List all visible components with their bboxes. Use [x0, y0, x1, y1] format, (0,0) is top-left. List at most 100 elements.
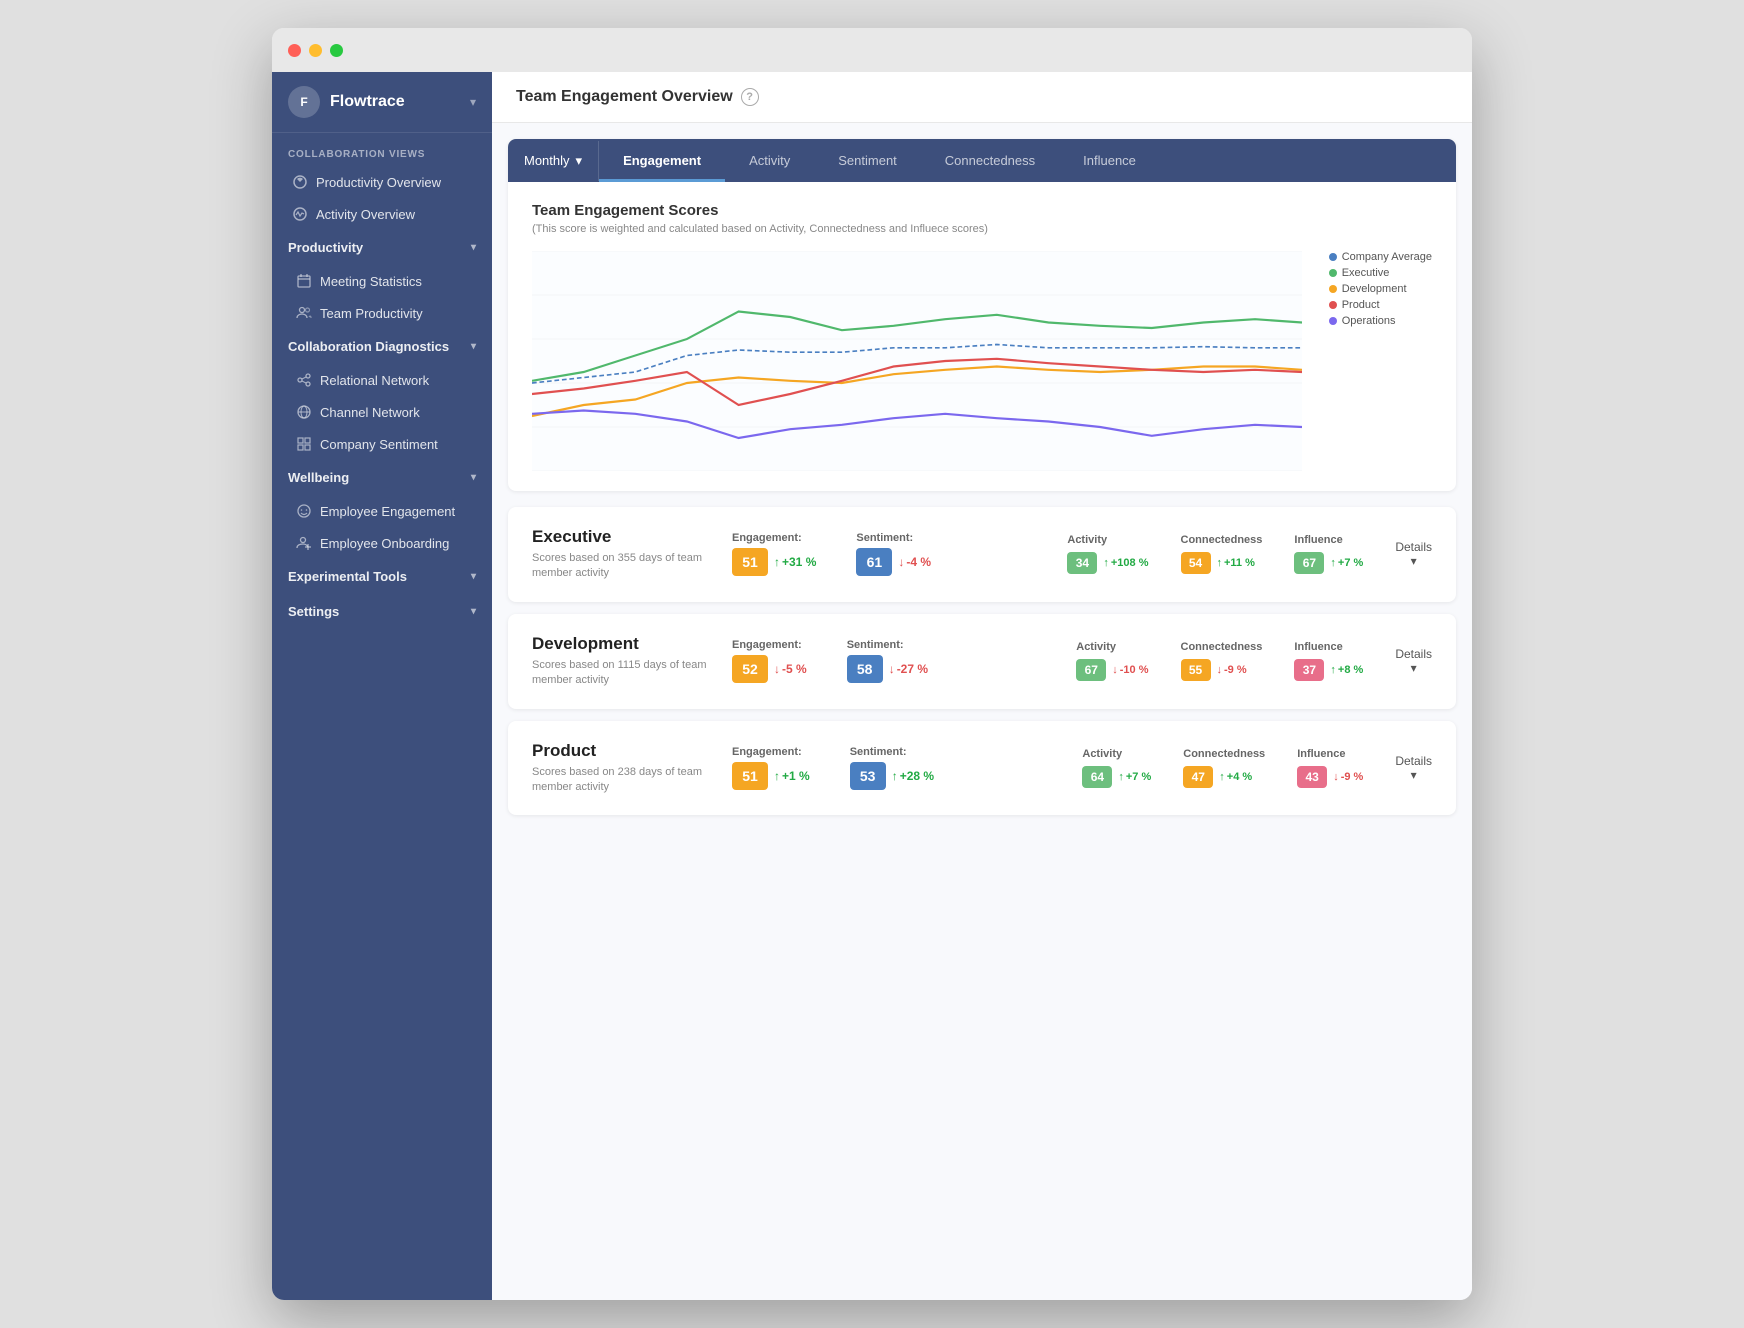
tab-engagement[interactable]: Engagement [599, 139, 725, 182]
sidebar-item-channel-network[interactable]: Channel Network [272, 396, 492, 428]
influence-change: ↑+7 % [1330, 557, 1363, 569]
brand-name: Flowtrace [330, 93, 405, 111]
network-icon [296, 372, 312, 388]
sidebar-item-relational-network[interactable]: Relational Network [272, 364, 492, 396]
legend-item-operations: Operations [1329, 315, 1432, 327]
sidebar-category-settings[interactable]: Settings ▾ [272, 594, 492, 629]
sidebar-category-productivity[interactable]: Productivity ▾ [272, 230, 492, 265]
close-button[interactable] [288, 44, 301, 57]
titlebar [272, 28, 1472, 72]
details-button-executive[interactable]: Details ▾ [1395, 540, 1432, 568]
engagement-change: ↓ -5 % [774, 662, 807, 676]
chevron-down-icon: ▾ [471, 571, 476, 582]
legend-dot [1329, 317, 1337, 325]
grid-icon [296, 436, 312, 452]
sidebar-item-employee-onboarding[interactable]: Employee Onboarding [272, 527, 492, 559]
legend-dot [1329, 301, 1337, 309]
tab-sentiment[interactable]: Sentiment [814, 139, 921, 182]
connectedness-change: ↑+4 % [1219, 771, 1252, 783]
sentiment-badge: 58 [847, 655, 883, 683]
sentiment-score-group: Sentiment: 61 ↓ -4 % [856, 532, 931, 576]
legend-label: Company Average [1342, 251, 1432, 263]
legend-item-executive: Executive [1329, 267, 1432, 279]
sidebar-item-label: Employee Engagement [320, 504, 455, 519]
influence-change: ↑+8 % [1330, 664, 1363, 676]
engagement-value-row: 51 ↑ +31 % [732, 548, 816, 576]
tab-connectedness[interactable]: Connectedness [921, 139, 1059, 182]
engagement-change: ↑ +1 % [774, 769, 810, 783]
help-icon[interactable]: ? [741, 88, 759, 106]
details-button-product[interactable]: Details ▾ [1395, 754, 1432, 782]
team-card-development: Development Scores based on 1115 days of… [508, 614, 1456, 709]
sidebar-header: F Flowtrace ▾ [272, 72, 492, 133]
sidebar-item-team-productivity[interactable]: Team Productivity [272, 297, 492, 329]
chevron-down-icon: ▾ [471, 242, 476, 253]
smile-icon [296, 503, 312, 519]
chart-subtitle: (This score is weighted and calculated b… [532, 223, 1432, 235]
influence-badge: 43 [1297, 766, 1327, 788]
sentiment-change: ↓ -27 % [889, 662, 928, 676]
legend-dot [1329, 253, 1337, 261]
minimize-button[interactable] [309, 44, 322, 57]
team-desc: Scores based on 238 days of team member … [532, 765, 732, 796]
chart-icon [292, 174, 308, 190]
sentiment-value-row: 53 ↑ +28 % [850, 762, 934, 790]
user-plus-icon [296, 535, 312, 551]
dropdown-arrow-icon: ▾ [576, 153, 583, 169]
sidebar-item-company-sentiment[interactable]: Company Sentiment [272, 428, 492, 460]
chevron-down-icon: ▾ [471, 472, 476, 483]
activity-metric: Activity 67 ↓-10 % [1076, 641, 1148, 681]
activity-icon [292, 206, 308, 222]
connectedness-metric: Connectedness 47 ↑+4 % [1183, 748, 1265, 788]
activity-change: ↓-10 % [1112, 664, 1148, 676]
activity-badge: 34 [1067, 552, 1097, 574]
calendar-icon [296, 273, 312, 289]
metrics-group: Activity 34 ↑+108 % Connectedness [1067, 534, 1363, 574]
arrow-up-icon: ↑ [774, 769, 780, 783]
sidebar-collapse-icon[interactable]: ▾ [470, 95, 476, 109]
influence-metric: Influence 37 ↑+8 % [1294, 641, 1363, 681]
team-info: Product Scores based on 238 days of team… [532, 741, 732, 796]
tab-influence[interactable]: Influence [1059, 139, 1160, 182]
arrow-up-icon: ↑ [892, 769, 898, 783]
monthly-dropdown[interactable]: Monthly ▾ [508, 141, 599, 181]
category-label: Collaboration Diagnostics [288, 339, 449, 354]
sidebar-item-label: Meeting Statistics [320, 274, 422, 289]
engagement-score-group: Engagement: 51 ↑ +1 % [732, 746, 810, 790]
sidebar-category-experimental[interactable]: Experimental Tools ▾ [272, 559, 492, 594]
team-desc: Scores based on 355 days of team member … [532, 551, 732, 582]
legend-item-development: Development [1329, 283, 1432, 295]
main-content: Team Engagement Overview ? Monthly ▾ Eng… [492, 72, 1472, 1300]
connectedness-change: ↓-9 % [1217, 664, 1247, 676]
sidebar-item-meeting-statistics[interactable]: Meeting Statistics [272, 265, 492, 297]
chevron-down-icon: ▾ [471, 606, 476, 617]
legend-dot [1329, 269, 1337, 277]
engagement-value-row: 52 ↓ -5 % [732, 655, 807, 683]
influence-badge: 67 [1294, 552, 1324, 574]
sidebar-item-activity-overview[interactable]: Activity Overview [272, 198, 492, 230]
chart-legend: Company Average Executive Development [1329, 251, 1432, 327]
chart-tabs-bar: Monthly ▾ Engagement Activity Sentiment … [508, 139, 1456, 182]
sidebar-item-employee-engagement[interactable]: Employee Engagement [272, 495, 492, 527]
sidebar-item-label: Relational Network [320, 373, 429, 388]
page-title: Team Engagement Overview [516, 88, 733, 106]
sidebar-category-wellbeing[interactable]: Wellbeing ▾ [272, 460, 492, 495]
sidebar-category-collab-diagnostics[interactable]: Collaboration Diagnostics ▾ [272, 329, 492, 364]
tab-activity[interactable]: Activity [725, 139, 814, 182]
legend-dot [1329, 285, 1337, 293]
sidebar-item-label: Employee Onboarding [320, 536, 449, 551]
chevron-down-icon: ▾ [471, 341, 476, 352]
connectedness-metric: Connectedness 54 ↑+11 % [1181, 534, 1263, 574]
app-window: F Flowtrace ▾ COLLABORATION VIEWS Produc… [272, 28, 1472, 1300]
chart-title: Team Engagement Scores [532, 202, 1432, 219]
sidebar-item-label: Company Sentiment [320, 437, 438, 452]
sidebar-item-productivity-overview[interactable]: Productivity Overview [272, 166, 492, 198]
sentiment-change: ↓ -4 % [898, 555, 931, 569]
engagement-change: ↑ +31 % [774, 555, 816, 569]
engagement-score-group: Engagement: 52 ↓ -5 % [732, 639, 807, 683]
maximize-button[interactable] [330, 44, 343, 57]
chevron-down-icon: ▾ [1411, 554, 1417, 568]
legend-label: Executive [1342, 267, 1390, 279]
sidebar-item-label: Productivity Overview [316, 175, 441, 190]
details-button-development[interactable]: Details ▾ [1395, 647, 1432, 675]
